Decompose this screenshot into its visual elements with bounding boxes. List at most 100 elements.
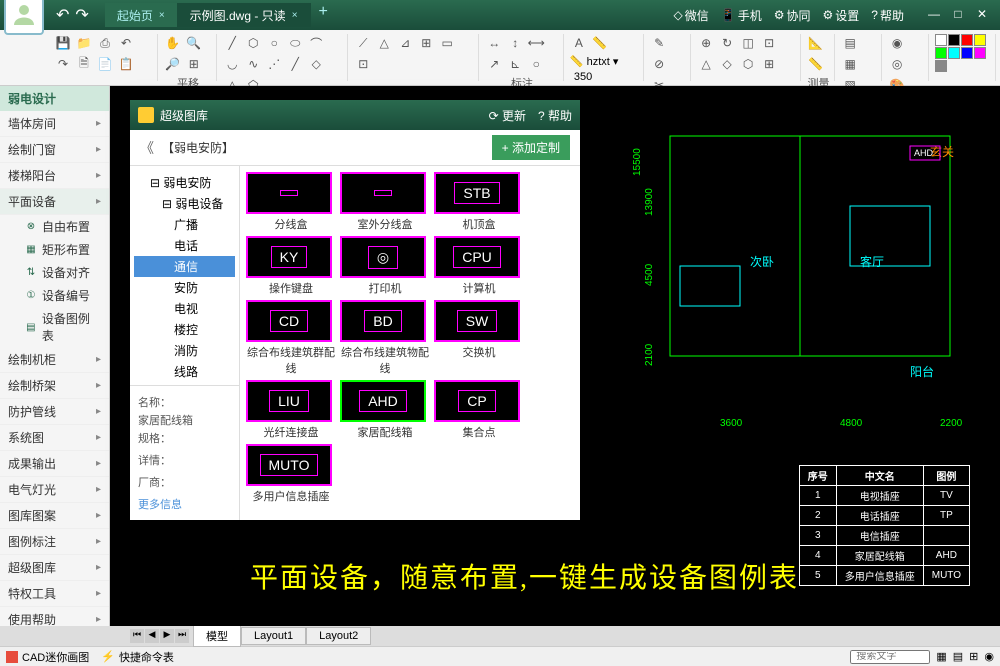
tab-start[interactable]: 起始页× — [105, 3, 178, 27]
sidebar-item[interactable]: 绘制门窗▸ — [0, 137, 109, 163]
minimize-icon[interactable]: — — [924, 7, 944, 23]
tab-add-icon[interactable]: + — [311, 3, 336, 27]
tab-first-icon[interactable]: ⏮ — [130, 629, 144, 643]
tree-item[interactable]: ⊟ 弱电设备 — [134, 193, 235, 214]
settings-link[interactable]: ⚙ 设置 — [823, 7, 860, 24]
color-swatch[interactable] — [935, 34, 947, 46]
help-link[interactable]: ? 帮助 — [871, 7, 904, 24]
sidebar-item[interactable]: 使用帮助▸ — [0, 607, 109, 626]
tool-icon[interactable]: 📄 — [96, 55, 114, 73]
symbol-item[interactable]: 室外分线盒 — [340, 172, 430, 232]
sidebar-item[interactable]: 绘制机柜▸ — [0, 347, 109, 373]
color-swatch[interactable] — [974, 47, 986, 59]
close-icon[interactable]: × — [292, 10, 298, 21]
tab-document[interactable]: 示例图.dwg - 只读× — [178, 3, 311, 27]
tree-item[interactable]: 楼控 — [134, 319, 235, 340]
search-input[interactable] — [850, 650, 930, 664]
color-swatch[interactable] — [974, 34, 986, 46]
tool-icon[interactable]: 🗎 — [75, 55, 93, 73]
sidebar-item[interactable]: 图库图案▸ — [0, 503, 109, 529]
tool-icon[interactable]: ○ — [527, 55, 545, 73]
sidebar-item[interactable]: 电气灯光▸ — [0, 477, 109, 503]
color-swatch[interactable] — [935, 60, 947, 72]
status-icon[interactable]: ◉ — [984, 650, 994, 663]
tool-icon[interactable]: ↔ — [485, 34, 503, 52]
sidebar-item[interactable]: 绘制桥架▸ — [0, 373, 109, 399]
tool-icon[interactable]: ⊾ — [506, 55, 524, 73]
mobile-link[interactable]: 📱 手机 — [721, 7, 762, 24]
tool-icon[interactable]: ◡ — [223, 55, 241, 73]
symbol-item[interactable]: CD综合布线建筑群配线 — [246, 300, 336, 376]
nav-forward-icon[interactable]: ↷ — [75, 5, 88, 25]
tab-layout1[interactable]: Layout1 — [241, 627, 306, 645]
tool-icon[interactable]: ⎙ — [96, 34, 114, 52]
tool-icon[interactable]: ⊞ — [417, 34, 435, 52]
tool-icon[interactable]: 🔎 — [164, 55, 182, 73]
tree-item[interactable]: 电视 — [134, 298, 235, 319]
symbol-item[interactable]: BD综合布线建筑物配线 — [340, 300, 430, 376]
tool-icon[interactable]: ✎ — [650, 34, 668, 52]
tool-icon[interactable]: A — [570, 34, 588, 52]
tool-icon[interactable]: ◇ — [718, 55, 736, 73]
sidebar-item[interactable]: 防护管线▸ — [0, 399, 109, 425]
more-info-link[interactable]: 更多信息 — [138, 499, 182, 511]
tool-icon[interactable]: ⟷ — [527, 34, 545, 52]
color-swatch[interactable] — [961, 34, 973, 46]
symbol-item[interactable]: KY操作键盘 — [246, 236, 336, 296]
tool-icon[interactable]: 📋 — [117, 55, 135, 73]
tool-icon[interactable]: ⋰ — [265, 55, 283, 73]
sidebar-subitem[interactable]: ①设备编号 — [0, 284, 109, 307]
tool-icon[interactable]: ⬡ — [739, 55, 757, 73]
wechat-link[interactable]: ◇ 微信 — [674, 7, 709, 24]
tool-icon[interactable]: ⊞ — [760, 55, 778, 73]
tree-item[interactable]: 广播 — [134, 214, 235, 235]
symbol-item[interactable]: CPU计算机 — [434, 236, 524, 296]
tool-icon[interactable]: ○ — [265, 34, 283, 52]
sidebar-subitem[interactable]: ⊗自由布置 — [0, 215, 109, 238]
sidebar-item[interactable]: 超级图库▸ — [0, 555, 109, 581]
tool-icon[interactable]: ⌒ — [307, 34, 325, 52]
tab-prev-icon[interactable]: ◀ — [145, 629, 159, 643]
tool-icon[interactable]: 🔍 — [185, 34, 203, 52]
status-icon[interactable]: ▦ — [936, 650, 946, 663]
tool-icon[interactable]: ↕ — [506, 34, 524, 52]
tree-item[interactable]: 电话 — [134, 235, 235, 256]
symbol-item[interactable]: STB机顶盒 — [434, 172, 524, 232]
close-icon[interactable]: ✕ — [972, 7, 992, 23]
tool-icon[interactable]: ⟋ — [354, 34, 372, 52]
sidebar-item[interactable]: 平面设备▸ — [0, 189, 109, 215]
status-icon[interactable]: ⊞ — [969, 650, 978, 663]
tool-icon[interactable]: ∿ — [244, 55, 262, 73]
symbol-item[interactable]: MUTO多用户信息插座 — [246, 444, 336, 504]
help-button[interactable]: ? 帮助 — [538, 107, 572, 124]
tree-item[interactable]: 安防 — [134, 277, 235, 298]
status-icon[interactable]: ▤ — [953, 650, 963, 663]
sidebar-item[interactable]: 楼梯阳台▸ — [0, 163, 109, 189]
tool-icon[interactable]: 📏 — [591, 34, 609, 52]
sidebar-subitem[interactable]: ▤设备图例表 — [0, 307, 109, 347]
tool-icon[interactable]: ⊘ — [650, 55, 668, 73]
sidebar-item[interactable]: 图例标注▸ — [0, 529, 109, 555]
tool-icon[interactable]: △ — [375, 34, 393, 52]
sidebar-item[interactable]: 系统图▸ — [0, 425, 109, 451]
tool-icon[interactable]: ⊞ — [185, 55, 203, 73]
tool-icon[interactable]: ✋ — [164, 34, 182, 52]
dialog-header[interactable]: 超级图库 ⟳ 更新 ? 帮助 — [130, 100, 580, 130]
tool-icon[interactable]: ◇ — [307, 55, 325, 73]
tool-icon[interactable]: ⊕ — [697, 34, 715, 52]
color-swatch[interactable] — [948, 47, 960, 59]
tree-item[interactable]: ⊟ 弱电安防 — [134, 172, 235, 193]
tool-icon[interactable]: ◉ — [888, 34, 906, 52]
tool-icon[interactable]: 💾 — [54, 34, 72, 52]
tool-icon[interactable]: ↻ — [718, 34, 736, 52]
maximize-icon[interactable]: □ — [948, 7, 968, 23]
color-swatch[interactable] — [948, 34, 960, 46]
symbol-item[interactable]: 分线盒 — [246, 172, 336, 232]
tool-icon[interactable]: ▭ — [438, 34, 456, 52]
symbol-item[interactable]: CP集合点 — [434, 380, 524, 440]
tool-icon[interactable]: ↷ — [54, 55, 72, 73]
tool-icon[interactable]: ◫ — [739, 34, 757, 52]
tab-layout2[interactable]: Layout2 — [306, 627, 371, 645]
tab-model[interactable]: 模型 — [193, 625, 241, 647]
tool-icon[interactable]: ⬭ — [286, 34, 304, 52]
